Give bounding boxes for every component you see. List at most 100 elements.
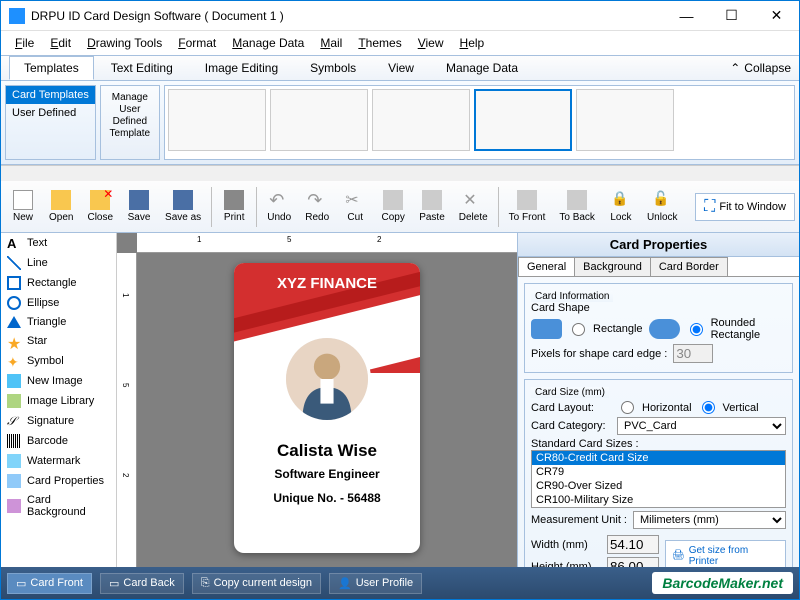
tool-line[interactable]: Line — [1, 253, 116, 273]
template-thumb[interactable] — [372, 89, 470, 151]
template-thumb-selected[interactable] — [474, 89, 572, 151]
star-icon: ★ — [7, 334, 21, 348]
tool-card-properties[interactable]: Card Properties — [1, 471, 116, 491]
maximize-button[interactable]: ☐ — [709, 1, 754, 31]
canvas[interactable]: XYZ FINANCE Calista Wise Software Engine… — [137, 253, 517, 567]
shape-rectangle-radio[interactable] — [572, 323, 585, 336]
paste-button[interactable]: Paste — [413, 188, 451, 225]
save-button[interactable]: Save — [121, 188, 157, 225]
template-strip[interactable] — [164, 85, 795, 160]
menu-view[interactable]: View — [412, 34, 450, 52]
save-as-button[interactable]: Save as — [159, 188, 207, 225]
lock-button[interactable]: 🔒Lock — [603, 188, 639, 225]
collapse-button[interactable]: ⌃ Collapse — [730, 61, 791, 75]
copy-button[interactable]: Copy — [375, 188, 411, 225]
to-front-button[interactable]: To Front — [503, 188, 552, 225]
template-type-group: Card Templates User Defined — [5, 85, 96, 160]
tool-new-image[interactable]: New Image — [1, 371, 116, 391]
menu-manage-data[interactable]: Manage Data — [226, 34, 310, 52]
open-button[interactable]: Open — [43, 188, 79, 225]
tool-star[interactable]: ★Star — [1, 331, 116, 351]
tool-ellipse[interactable]: Ellipse — [1, 293, 116, 313]
tab-image-editing[interactable]: Image Editing — [190, 56, 293, 80]
tool-triangle[interactable]: Triangle — [1, 313, 116, 331]
workspace: AText Line Rectangle Ellipse Triangle ★S… — [1, 233, 799, 567]
template-thumb[interactable] — [576, 89, 674, 151]
card-role[interactable]: Software Engineer — [234, 467, 420, 481]
menu-mail[interactable]: Mail — [314, 34, 348, 52]
standard-sizes-list[interactable]: CR80-Credit Card Size CR79 CR90-Over Siz… — [531, 450, 786, 508]
menu-format[interactable]: Format — [172, 34, 222, 52]
card-templates-option[interactable]: Card Templates — [6, 86, 95, 104]
tool-text[interactable]: AText — [1, 233, 116, 253]
card-front-button[interactable]: ▭ Card Front — [7, 573, 92, 594]
menu-drawing-tools[interactable]: Drawing Tools — [81, 34, 168, 52]
menu-help[interactable]: Help — [454, 34, 491, 52]
print-button[interactable]: Print — [216, 188, 252, 225]
tool-signature[interactable]: 𝒮Signature — [1, 411, 116, 431]
to-back-button[interactable]: To Back — [553, 188, 601, 225]
id-card[interactable]: XYZ FINANCE Calista Wise Software Engine… — [234, 263, 420, 553]
fit-to-window-button[interactable]: ⛶ Fit to Window — [695, 193, 795, 221]
get-size-from-printer-button[interactable]: 🖨 Get size from Printer — [665, 540, 786, 568]
card-back-button[interactable]: ▭ Card Back — [100, 573, 184, 594]
tab-text-editing[interactable]: Text Editing — [96, 56, 188, 80]
layout-vertical-radio[interactable] — [702, 401, 715, 414]
list-item[interactable]: CR80-Credit Card Size — [532, 451, 785, 465]
manage-template-button[interactable]: Manage User Defined Template — [100, 85, 160, 160]
layout-horizontal-radio[interactable] — [621, 401, 634, 414]
menu-file[interactable]: File — [9, 34, 40, 52]
tool-watermark[interactable]: Watermark — [1, 451, 116, 471]
cut-button[interactable]: ✂Cut — [337, 188, 373, 225]
barcode-icon — [7, 434, 21, 448]
tab-card-border[interactable]: Card Border — [650, 257, 728, 276]
tool-rectangle[interactable]: Rectangle — [1, 273, 116, 293]
lock-icon: 🔒 — [611, 190, 631, 210]
undo-button[interactable]: ↶Undo — [261, 188, 297, 225]
tab-general[interactable]: General — [518, 257, 575, 276]
redo-button[interactable]: ↷Redo — [299, 188, 335, 225]
measurement-unit-select[interactable]: Milimeters (mm) — [633, 511, 786, 529]
list-item[interactable]: CR100-Military Size — [532, 493, 785, 507]
height-input[interactable] — [607, 557, 659, 567]
shape-rounded-radio[interactable] — [690, 323, 703, 336]
template-scrollbar[interactable] — [1, 165, 799, 181]
close-button[interactable]: ✕ — [754, 1, 799, 31]
shape-rect-swatch — [531, 319, 562, 339]
tab-manage-data[interactable]: Manage Data — [431, 56, 533, 80]
category-select[interactable]: PVC_Card — [617, 417, 786, 435]
library-icon — [7, 394, 21, 408]
width-input[interactable] — [607, 535, 659, 554]
card-size-fieldset: Card Size (mm) Card Layout: Horizontal V… — [524, 379, 793, 567]
user-defined-option[interactable]: User Defined — [6, 104, 95, 122]
tool-card-background[interactable]: Card Background — [1, 491, 116, 521]
new-button[interactable]: New — [5, 188, 41, 225]
delete-button[interactable]: ✕Delete — [453, 188, 494, 225]
template-thumb[interactable] — [168, 89, 266, 151]
copy-icon: ⎘ — [201, 577, 210, 590]
minimize-button[interactable]: — — [664, 1, 709, 31]
template-thumb[interactable] — [270, 89, 368, 151]
list-item[interactable]: CR79 — [532, 465, 785, 479]
unlock-button[interactable]: 🔓Unlock — [641, 188, 684, 225]
tab-background[interactable]: Background — [574, 257, 651, 276]
card-name[interactable]: Calista Wise — [234, 441, 420, 461]
tab-view[interactable]: View — [373, 56, 429, 80]
card-company[interactable]: XYZ FINANCE — [234, 275, 420, 292]
menu-themes[interactable]: Themes — [352, 34, 407, 52]
tab-symbols[interactable]: Symbols — [295, 56, 371, 80]
chevron-up-icon: ⌃ — [730, 61, 740, 75]
close-button-tb[interactable]: ✕Close — [81, 188, 119, 225]
copy-design-button[interactable]: ⎘ Copy current design — [192, 573, 321, 594]
tool-image-library[interactable]: Image Library — [1, 391, 116, 411]
tab-templates[interactable]: Templates — [9, 56, 94, 80]
menu-edit[interactable]: Edit — [44, 34, 77, 52]
list-item[interactable]: CR90-Over Sized — [532, 479, 785, 493]
tool-barcode[interactable]: Barcode — [1, 431, 116, 451]
card-photo[interactable] — [283, 335, 371, 423]
card-unique[interactable]: Unique No. - 56488 — [234, 491, 420, 505]
user-profile-button[interactable]: 👤 User Profile — [329, 573, 422, 594]
properties-panel: Card Properties General Background Card … — [517, 233, 799, 567]
properties-tabs: General Background Card Border — [518, 257, 799, 277]
tool-symbol[interactable]: ✦Symbol — [1, 351, 116, 371]
